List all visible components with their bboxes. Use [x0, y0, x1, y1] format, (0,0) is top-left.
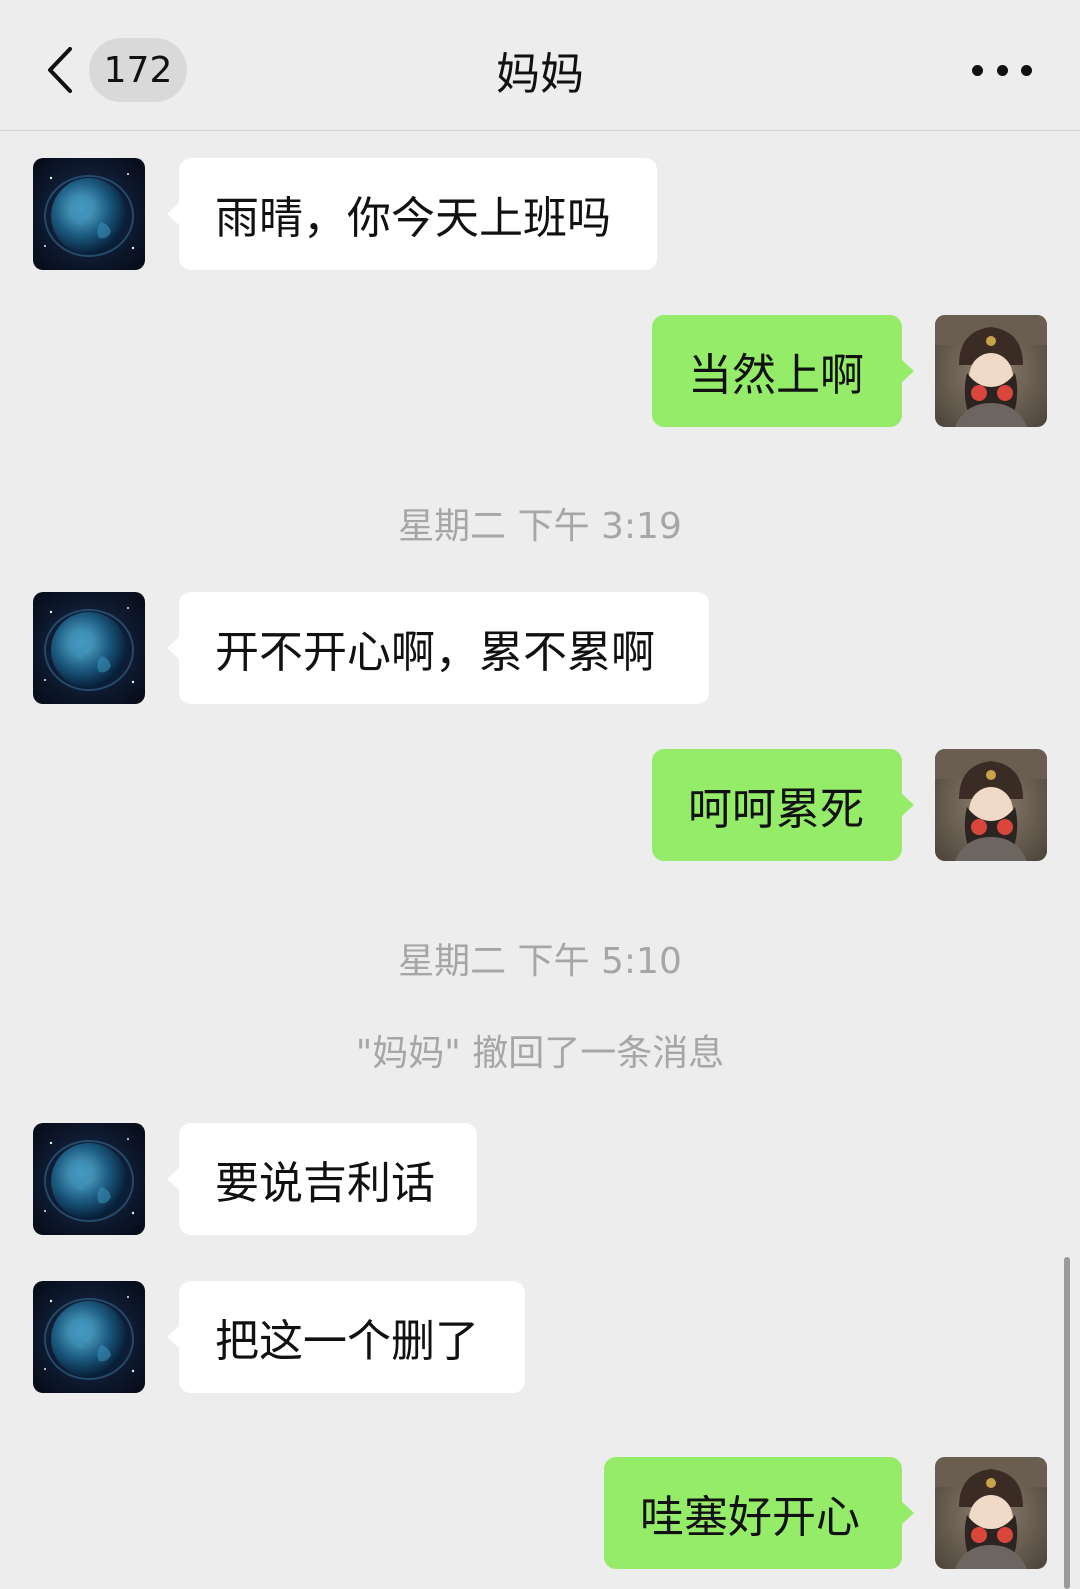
message-row-incoming: 要说吉利话	[0, 1123, 1080, 1235]
earth-planet-avatar-icon	[33, 1281, 145, 1393]
nav-bar: 172 妈妈	[0, 0, 1080, 131]
user-photo-avatar-icon	[935, 315, 1047, 427]
earth-planet-avatar-icon	[33, 1123, 145, 1235]
self-avatar[interactable]	[935, 315, 1047, 427]
user-photo-avatar-icon	[935, 1457, 1047, 1569]
earth-planet-avatar-icon	[33, 592, 145, 704]
self-avatar[interactable]	[935, 1457, 1047, 1569]
contact-avatar[interactable]	[33, 1281, 145, 1393]
message-bubble[interactable]: 呵呵累死	[652, 749, 914, 861]
timestamp-label: 星期二 下午 3:19	[398, 506, 682, 547]
chat-title: 妈妈	[496, 49, 584, 100]
message-row-outgoing: 当然上啊	[0, 315, 1080, 427]
message-bubble[interactable]: 当然上啊	[652, 315, 914, 427]
earth-planet-avatar-icon	[33, 158, 145, 270]
more-button[interactable]	[972, 54, 1032, 86]
recall-notice: "妈妈" 撤回了一条消息	[355, 1033, 725, 1074]
message-bubble[interactable]: 开不开心啊，累不累啊	[167, 592, 709, 704]
message-row-outgoing: 呵呵累死	[0, 749, 1080, 861]
more-dots-icon	[972, 64, 983, 76]
message-row-incoming: 把这一个删了	[0, 1281, 1080, 1393]
user-photo-avatar-icon	[935, 749, 1047, 861]
scrollbar[interactable]	[1064, 1257, 1070, 1589]
contact-avatar[interactable]	[33, 592, 145, 704]
message-bubble[interactable]: 要说吉利话	[167, 1123, 477, 1235]
message-row-incoming: 雨晴，你今天上班吗	[0, 158, 1080, 270]
message-bubble[interactable]: 雨晴，你今天上班吗	[167, 158, 657, 270]
self-avatar[interactable]	[935, 749, 1047, 861]
contact-avatar[interactable]	[33, 158, 145, 270]
message-row-incoming: 开不开心啊，累不累啊	[0, 592, 1080, 704]
message-bubble[interactable]: 哇塞好开心	[604, 1457, 914, 1569]
timestamp-label: 星期二 下午 5:10	[398, 941, 682, 982]
message-row-outgoing: 哇塞好开心	[0, 1457, 1080, 1569]
contact-avatar[interactable]	[33, 1123, 145, 1235]
message-bubble[interactable]: 把这一个删了	[167, 1281, 525, 1393]
